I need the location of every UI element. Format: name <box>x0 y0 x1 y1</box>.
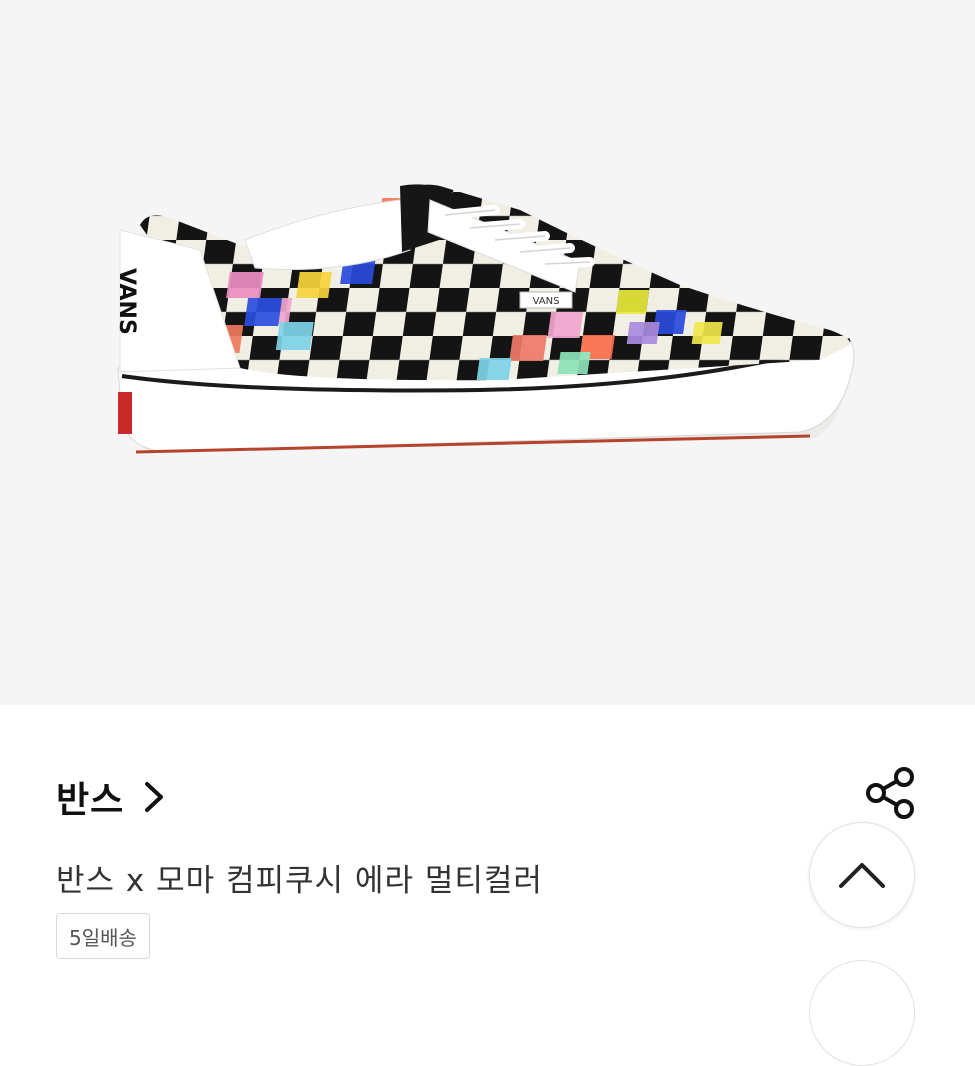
floating-button-partial[interactable] <box>809 960 915 1066</box>
shipping-tag: 5일배송 <box>56 913 150 959</box>
chevron-right-icon <box>142 779 172 815</box>
share-button[interactable] <box>860 763 920 823</box>
side-logo-text: VANS <box>533 296 560 307</box>
scroll-top-button[interactable] <box>809 822 915 928</box>
product-image-area: VANS VANS <box>0 0 975 705</box>
sneaker-image: VANS VANS <box>114 184 855 454</box>
product-title: 반스 x 모마 컴피쿠시 에라 멀티컬러 <box>56 863 543 899</box>
heel-logo-text: VANS <box>114 268 139 335</box>
product-info: 반스 반스 x 모마 컴피쿠시 에라 멀티컬러 5일배송 <box>0 705 975 1066</box>
share-icon <box>866 767 914 819</box>
brand-link[interactable]: 반스 <box>56 771 172 823</box>
chevron-up-icon <box>839 863 885 888</box>
brand-name: 반스 <box>56 780 125 821</box>
